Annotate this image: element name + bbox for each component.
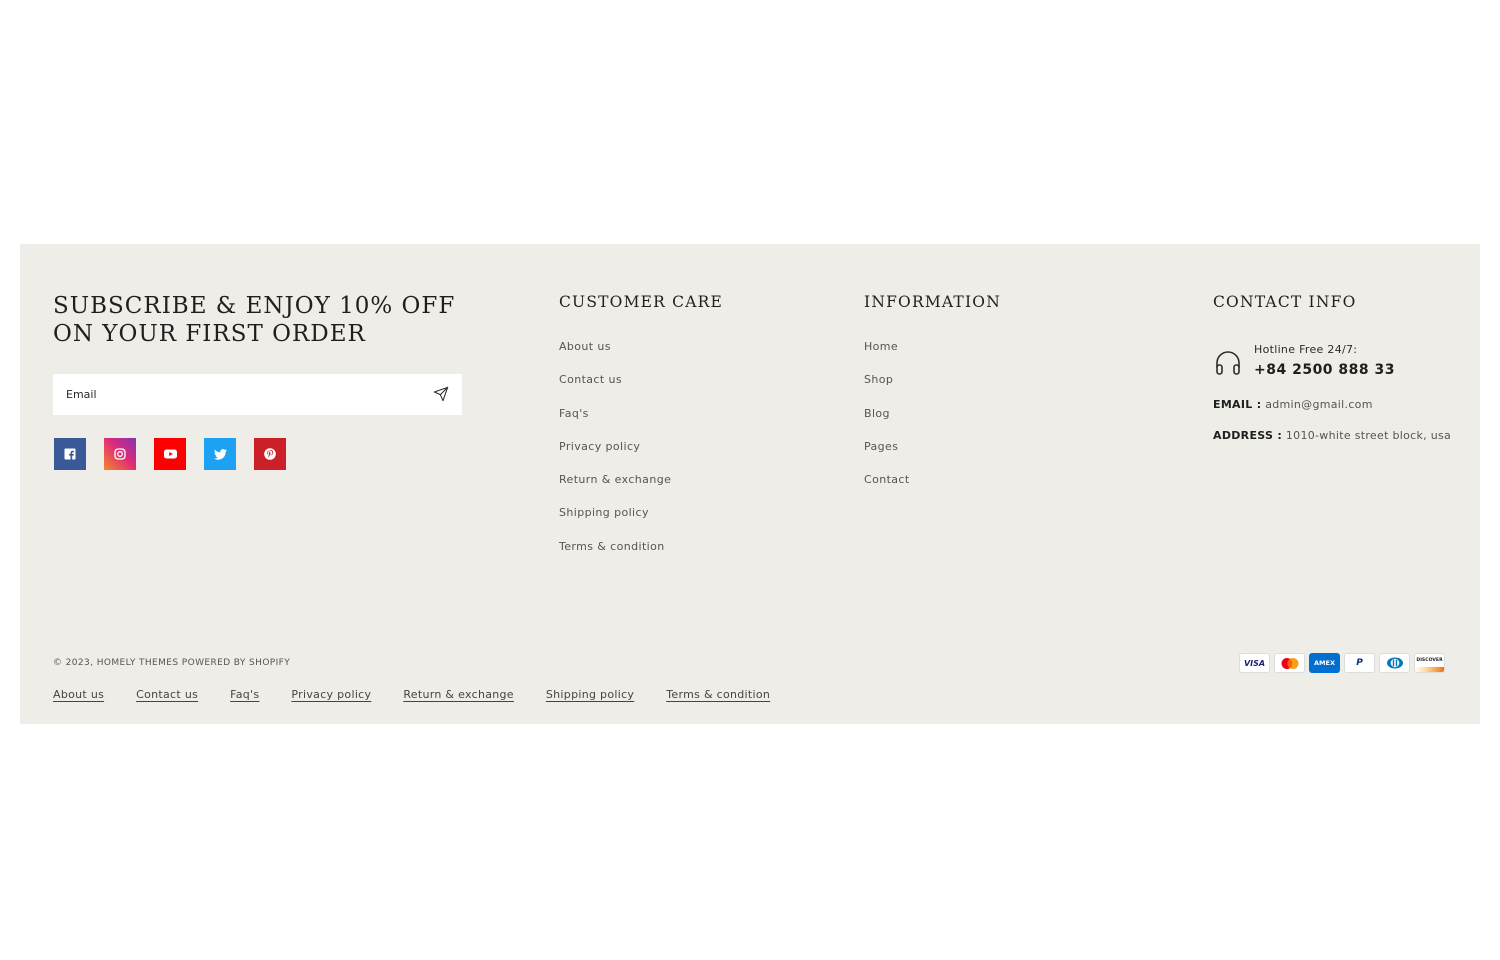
faq-link[interactable]: Faq's [559, 407, 589, 420]
email-label: EMAIL : [1213, 398, 1262, 411]
list-item: Return & exchange [559, 473, 799, 506]
twitter-link[interactable] [204, 438, 236, 470]
address-label: ADDRESS : [1213, 429, 1283, 442]
youtube-icon [163, 449, 177, 459]
contact-info-title: CONTACT INFO [1213, 293, 1357, 311]
contact-info-column: CONTACT INFO Hotline Free 24/7: +84 2500… [1213, 292, 1463, 442]
visa-icon: VISA [1239, 653, 1270, 673]
footer-return-exchange-link[interactable]: Return & exchange [403, 688, 514, 701]
list-item: Blog [864, 407, 1104, 440]
address-value: 1010-white street block, usa [1285, 429, 1452, 442]
shop-link[interactable]: Shop [864, 373, 893, 386]
home-link[interactable]: Home [864, 340, 898, 353]
footer-about-us-link[interactable]: About us [53, 688, 104, 701]
hotline-label: Hotline Free 24/7: [1254, 343, 1358, 356]
list-item: About us [559, 340, 799, 373]
email-link[interactable]: admin@gmail.com [1265, 398, 1373, 411]
social-links [54, 438, 286, 470]
list-item: Contact [864, 473, 1104, 506]
youtube-link[interactable] [154, 438, 186, 470]
copyright: © 2023, HOMELY THEMES POWERED BY SHOPIFY [53, 658, 290, 668]
information-column: INFORMATION Home Shop Blog Pages Contact [864, 292, 1001, 486]
brand-link[interactable]: HOMELY THEMES [97, 658, 179, 668]
footer-shipping-policy-link[interactable]: Shipping policy [546, 688, 634, 701]
facebook-link[interactable] [54, 438, 86, 470]
customer-care-column: CUSTOMER CARE About us Contact us Faq's … [559, 292, 724, 553]
site-footer: SUBSCRIBE & ENJOY 10% OFF ON YOUR FIRST … [20, 244, 1480, 724]
mastercard-icon [1274, 653, 1305, 673]
list-item: Terms & condition [559, 540, 799, 573]
about-us-link[interactable]: About us [559, 340, 611, 353]
payment-methods: VISA AMEX P DISCOVER [1239, 653, 1445, 673]
hotline-block: Hotline Free 24/7: +84 2500 888 33 [1213, 340, 1473, 380]
pinterest-link[interactable] [254, 438, 286, 470]
information-title: INFORMATION [864, 293, 1001, 311]
footer-terms-condition-link[interactable]: Terms & condition [666, 688, 770, 701]
list-item: Shipping policy [559, 506, 799, 539]
paypal-icon: P [1344, 653, 1375, 673]
copyright-prefix: © 2023, [53, 658, 94, 668]
newsletter-form [53, 374, 462, 415]
hotline-phone[interactable]: +84 2500 888 33 [1254, 362, 1395, 378]
pages-link[interactable]: Pages [864, 440, 898, 453]
list-item: Shop [864, 373, 1104, 406]
customer-care-title: CUSTOMER CARE [559, 293, 724, 311]
customer-care-links: About us Contact us Faq's Privacy policy… [559, 340, 799, 573]
blog-link[interactable]: Blog [864, 407, 890, 420]
powered-by-link[interactable]: POWERED BY SHOPIFY [182, 658, 290, 668]
diners-club-icon [1379, 653, 1410, 673]
instagram-icon [114, 448, 126, 460]
footer-contact-us-link[interactable]: Contact us [136, 688, 198, 701]
list-item: Pages [864, 440, 1104, 473]
american-express-icon: AMEX [1309, 653, 1340, 673]
information-links: Home Shop Blog Pages Contact [864, 340, 1104, 506]
discover-icon: DISCOVER [1414, 653, 1445, 673]
list-item: Faq's [559, 407, 799, 440]
shipping-policy-link[interactable]: Shipping policy [559, 506, 649, 519]
contact-address: ADDRESS : 1010-white street block, usa [1213, 429, 1451, 442]
newsletter-title: SUBSCRIBE & ENJOY 10% OFF ON YOUR FIRST … [53, 293, 456, 347]
instagram-link[interactable] [104, 438, 136, 470]
pinterest-icon [264, 448, 276, 460]
privacy-policy-link[interactable]: Privacy policy [559, 440, 640, 453]
policy-links: About us Contact us Faq's Privacy policy… [53, 688, 770, 701]
list-item: Home [864, 340, 1104, 373]
newsletter-section: SUBSCRIBE & ENJOY 10% OFF ON YOUR FIRST … [53, 292, 473, 470]
headset-icon [1216, 351, 1240, 375]
list-item: Privacy policy [559, 440, 799, 473]
return-exchange-link[interactable]: Return & exchange [559, 473, 671, 486]
email-input[interactable] [54, 375, 438, 414]
terms-condition-link[interactable]: Terms & condition [559, 540, 665, 553]
twitter-icon [213, 448, 227, 460]
list-item: Contact us [559, 373, 799, 406]
contact-us-link[interactable]: Contact us [559, 373, 622, 386]
facebook-icon [64, 448, 76, 460]
contact-email: EMAIL : admin@gmail.com [1213, 398, 1373, 411]
send-icon [433, 386, 449, 401]
footer-privacy-policy-link[interactable]: Privacy policy [291, 688, 371, 701]
contact-link[interactable]: Contact [864, 473, 910, 486]
subscribe-button[interactable] [431, 385, 451, 405]
footer-faq-link[interactable]: Faq's [230, 688, 259, 701]
